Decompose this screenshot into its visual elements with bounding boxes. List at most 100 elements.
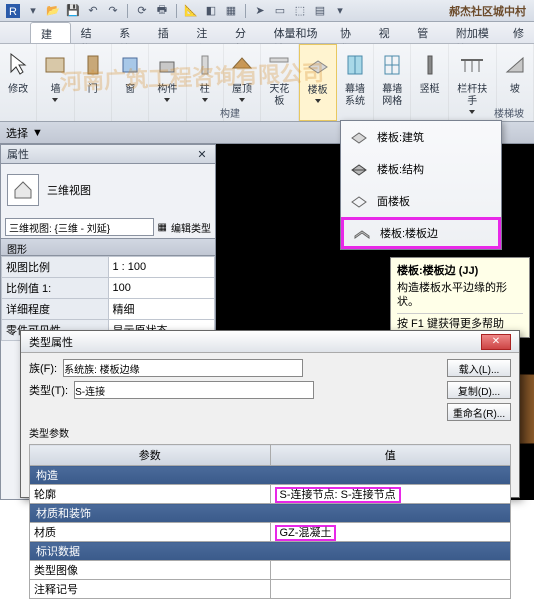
door-button[interactable]: 门 — [75, 44, 112, 121]
tab-view[interactable]: 视图 — [369, 22, 408, 43]
dialog-titlebar[interactable]: 类型属性 ✕ — [21, 331, 519, 353]
edit-type-button[interactable]: 编辑类型 — [171, 220, 211, 235]
ceiling-icon — [264, 48, 294, 82]
undo-icon[interactable]: ↶ — [84, 2, 102, 20]
menu-item-floor-struct[interactable]: 楼板:结构 — [341, 153, 501, 185]
wall-button[interactable]: 墙 — [37, 44, 74, 121]
save-icon[interactable]: 💾 — [64, 2, 82, 20]
tab-systems[interactable]: 系统 — [109, 22, 148, 43]
properties-title: 属性 — [7, 146, 29, 162]
tab-analyze[interactable]: 分析 — [225, 22, 264, 43]
component-button[interactable]: 构件 — [149, 44, 186, 121]
type-preview: 三维视图 — [1, 164, 215, 216]
tab-collab[interactable]: 协作 — [330, 22, 369, 43]
curtain-grid-button[interactable]: 幕墙 网格 — [374, 44, 411, 121]
close-icon[interactable]: ✕ — [195, 147, 209, 161]
properties-table: 视图比例1 : 100 比例值 1:100 详细程度精细 零件可见性显示原状态 — [1, 256, 215, 341]
tab-addins[interactable]: 附加模块 — [446, 22, 503, 43]
column-button[interactable]: 柱 — [187, 44, 224, 121]
section-construction: 构造 — [30, 466, 511, 485]
panel-stair-label: 楼梯坡 — [494, 105, 524, 120]
dot-icon[interactable]: ⬚ — [291, 2, 309, 20]
roof-icon — [227, 48, 257, 82]
window-title: 郝杰社区城中村 — [449, 3, 530, 19]
dialog-close-icon[interactable]: ✕ — [481, 334, 511, 350]
house-icon — [7, 174, 39, 206]
tab-architecture[interactable]: 建筑 — [30, 22, 71, 43]
modify-button[interactable]: 修改 — [0, 44, 37, 121]
component-icon — [152, 48, 182, 82]
tab-massing[interactable]: 体量和场地 — [264, 22, 330, 43]
wall-icon — [40, 48, 70, 82]
table-row: 材质GZ-混凝土 — [30, 523, 511, 542]
arrow-icon[interactable]: ➤ — [251, 2, 269, 20]
view-selector[interactable] — [5, 218, 154, 236]
load-button[interactable]: 载入(L)... — [447, 359, 511, 377]
table-row: 视图比例1 : 100 — [2, 257, 215, 278]
section-identity: 标识数据 — [30, 542, 511, 561]
tab-extra[interactable]: 修 — [503, 22, 534, 43]
cursor-icon — [3, 48, 33, 82]
page-icon[interactable]: ▤ — [311, 2, 329, 20]
slab-struct-icon — [349, 159, 369, 179]
dialog-title: 类型属性 — [29, 334, 73, 350]
slab-arch-icon — [349, 127, 369, 147]
section-material: 材质和装饰 — [30, 504, 511, 523]
box-icon[interactable]: ▭ — [271, 2, 289, 20]
curtain-system-button[interactable]: 幕墙 系统 — [337, 44, 374, 121]
sync-icon[interactable]: ⟳ — [133, 2, 151, 20]
table-row: 比例值 1:100 — [2, 278, 215, 299]
type-params-label: 类型参数 — [29, 425, 511, 440]
select-dropdown-icon[interactable]: ▼ — [32, 127, 43, 139]
family-select[interactable] — [63, 359, 303, 377]
tooltip: 楼板:楼板边 (JJ) 构造楼板水平边缘的形状。 按 F1 键获得更多帮助 — [390, 257, 530, 338]
slab-edge-icon — [352, 223, 372, 243]
app-icon[interactable]: R — [4, 2, 22, 20]
open-icon[interactable]: 📂 — [44, 2, 62, 20]
section-icon[interactable]: ▦ — [222, 2, 240, 20]
slab-face-icon — [349, 191, 369, 211]
quick-access-toolbar: R ▾ 📂 💾 ↶ ↷ ⟳ 🖶 📐 ◧ ▦ ➤ ▭ ⬚ ▤ ▾ 郝杰社区城中村 — [0, 0, 534, 22]
family-label: 族(F): — [29, 360, 57, 376]
type-params-table: 参数值 构造 轮廓S-连接节点: S-连接节点 材质和装饰 材质GZ-混凝土 标… — [29, 444, 511, 599]
svg-text:R: R — [9, 6, 17, 18]
qat-dropdown-icon[interactable]: ▾ — [24, 2, 42, 20]
curtain-grid-icon — [377, 48, 407, 82]
menu-item-floor-face[interactable]: 面楼板 — [341, 185, 501, 217]
rename-button[interactable]: 重命名(R)... — [447, 403, 511, 421]
ceiling-button[interactable]: 天花板 — [261, 44, 298, 121]
tab-structure[interactable]: 结构 — [71, 22, 110, 43]
duplicate-button[interactable]: 复制(D)... — [447, 381, 511, 399]
menu-item-floor-edge[interactable]: 楼板:楼板边 — [341, 217, 501, 249]
railing-icon — [457, 48, 487, 82]
window-button[interactable]: 窗 — [112, 44, 149, 121]
cube-icon[interactable]: ◧ — [202, 2, 220, 20]
menu-item-floor-arch[interactable]: 楼板:建筑 — [341, 121, 501, 153]
type-label: 类型(T): — [29, 382, 68, 398]
window-icon — [115, 48, 145, 82]
railing-button[interactable]: 栏杆扶手 — [449, 44, 497, 121]
table-row: 轮廓S-连接节点: S-连接节点 — [30, 485, 511, 504]
ramp-icon — [500, 48, 530, 82]
redo-icon[interactable]: ↷ — [104, 2, 122, 20]
tooltip-help: 按 F1 键获得更多帮助 — [397, 313, 523, 331]
tooltip-title: 楼板:楼板边 (JJ) — [397, 264, 523, 278]
table-row: 详细程度精细 — [2, 299, 215, 320]
help-icon[interactable]: ▾ — [331, 2, 349, 20]
tab-annotate[interactable]: 注释 — [186, 22, 225, 43]
column-icon — [190, 48, 220, 82]
ribbon-panel: 修改 墙 门 窗 构件 柱 屋顶 天花板 楼板 幕墙 系统 幕墙 网格 竖梃 栏… — [0, 44, 534, 122]
mullion-button[interactable]: 竖梃 — [411, 44, 448, 121]
tab-insert[interactable]: 插入 — [148, 22, 187, 43]
edit-type-icon: ▦ — [158, 222, 167, 233]
tab-manage[interactable]: 管理 — [407, 22, 446, 43]
col-value: 值 — [270, 445, 511, 466]
table-row: 注释记号 — [30, 580, 511, 599]
floor-button[interactable]: 楼板 — [299, 44, 337, 121]
type-select[interactable] — [74, 381, 314, 399]
floor-dropdown-menu: 楼板:建筑 楼板:结构 面楼板 楼板:楼板边 — [340, 120, 502, 250]
measure-icon[interactable]: 📐 — [182, 2, 200, 20]
tooltip-body: 构造楼板水平边缘的形状。 — [397, 281, 523, 309]
print-icon[interactable]: 🖶 — [153, 2, 171, 20]
curtain-system-icon — [340, 48, 370, 82]
